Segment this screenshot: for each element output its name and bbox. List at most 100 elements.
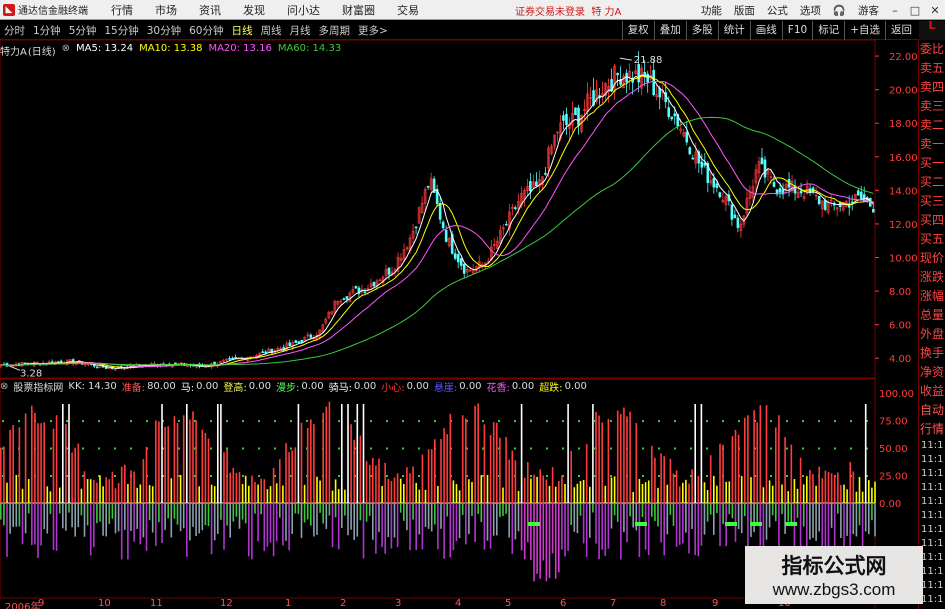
indicator-neg-bar — [120, 503, 123, 560]
side-panel-item[interactable]: 外盘 — [919, 325, 945, 344]
overlay-button[interactable]: 叠加 — [653, 21, 686, 40]
settings-icon[interactable]: ⊗ — [62, 43, 70, 56]
indicator-bar — [616, 410, 619, 503]
indicator-neg-bar — [310, 503, 312, 526]
menu-item-quotes[interactable]: 行情 — [100, 2, 144, 18]
side-panel-item[interactable]: 买二 — [919, 173, 945, 192]
period-tab-5min[interactable]: 5分钟 — [65, 23, 101, 38]
indicator-bar — [477, 403, 479, 503]
stats-button[interactable]: 统计 — [717, 21, 750, 40]
period-tab-monthly[interactable]: 月线 — [286, 23, 315, 38]
menu-item-market[interactable]: 市场 — [144, 2, 188, 18]
indicator-bar — [43, 422, 45, 503]
side-panel-item[interactable]: 现价 — [919, 249, 945, 268]
mark-button[interactable]: 标记 — [812, 21, 844, 40]
side-panel-item[interactable]: 自动 — [919, 401, 945, 420]
menu-bar: ◣ 通达信金融终端 行情 市场 资讯 发现 问小达 财富圈 交易 证券交易未登录… — [0, 0, 945, 20]
indicator-bar — [241, 484, 244, 503]
menu-item-formula[interactable]: 公式 — [761, 3, 794, 18]
indicator-level-dot — [786, 475, 788, 477]
side-panel-item[interactable]: 买四 — [919, 211, 945, 230]
side-panel-item[interactable]: 买三 — [919, 192, 945, 211]
period-tab-1min[interactable]: 1分钟 — [29, 23, 65, 38]
kline-chart[interactable]: 22.0020.0018.0016.0014.0012.0010.008.006… — [0, 40, 918, 609]
menu-item-layout[interactable]: 版面 — [728, 3, 761, 18]
indicator-neg-bar — [458, 503, 461, 539]
period-tab-15min[interactable]: 15分钟 — [100, 23, 142, 38]
side-panel-item[interactable]: 涨幅 — [919, 287, 945, 306]
back-button[interactable]: 返回 — [885, 21, 917, 40]
login-status[interactable]: 证券交易未登录 特 力A — [515, 3, 621, 18]
guest-label[interactable]: 游客 — [852, 3, 885, 18]
indicator-level-dot — [18, 420, 20, 422]
indicator-bar — [458, 490, 461, 503]
indicator-neg-bar — [530, 503, 532, 561]
period-tab-30min[interactable]: 30分钟 — [143, 23, 185, 38]
candle-body — [574, 107, 577, 116]
add-watchlist-button[interactable]: +自选 — [844, 21, 885, 40]
indicator-bar — [430, 449, 433, 503]
close-icon[interactable]: ✕ — [925, 4, 945, 17]
period-tab-more[interactable]: 更多> — [354, 23, 392, 38]
indicator-bar — [244, 475, 247, 503]
menu-item-ask[interactable]: 问小达 — [276, 2, 331, 18]
side-panel-item[interactable]: 买五 — [919, 230, 945, 249]
indicator-level-dot — [642, 420, 644, 422]
period-tab-timeshare[interactable]: 分时 — [0, 23, 29, 38]
indicator-bar — [790, 444, 793, 503]
side-panel-item[interactable]: 净资 — [919, 363, 945, 382]
maximize-icon[interactable]: □ — [905, 4, 925, 17]
menu-item-trade[interactable]: 交易 — [386, 2, 430, 18]
side-panel-item[interactable]: 买一 — [919, 154, 945, 173]
indicator-neg-bar — [589, 503, 591, 538]
indicator-bar — [855, 491, 858, 503]
side-panel-item[interactable]: 卖三 — [919, 97, 945, 116]
menu-item-function[interactable]: 功能 — [695, 3, 728, 18]
period-tab-weekly[interactable]: 周线 — [257, 23, 286, 38]
panel-corner-label: L — [919, 20, 945, 40]
indicator-bar — [827, 472, 830, 503]
price-axis-label: 10.00 — [889, 254, 918, 265]
f10-button[interactable]: F10 — [781, 21, 812, 40]
menu-item-options[interactable]: 选项 — [794, 3, 827, 18]
indicator-neg-bar — [753, 503, 755, 533]
side-panel-item[interactable]: 卖一 — [919, 135, 945, 154]
side-panel-item[interactable]: 委比 — [919, 40, 945, 59]
minimize-icon[interactable]: – — [885, 4, 905, 17]
indicator-bar — [545, 479, 548, 503]
indicator-bar — [381, 486, 383, 503]
menu-item-wealth-circle[interactable]: 财富圈 — [331, 2, 386, 18]
side-panel-item[interactable]: 收益 — [919, 382, 945, 401]
indicator-legend-value: 0.00 — [248, 380, 271, 392]
period-toolbar: 分时 1分钟 5分钟 15分钟 30分钟 60分钟 日线 周线 月线 多周期 更… — [0, 21, 945, 40]
indicator-level-dot — [50, 420, 52, 422]
indicator-level-dot — [770, 475, 772, 477]
side-panel-item[interactable]: 总量 — [919, 306, 945, 325]
indicator-neg-bar — [9, 503, 11, 534]
side-panel-item[interactable]: 卖四 — [919, 78, 945, 97]
side-panel-item[interactable]: 涨跌 — [919, 268, 945, 287]
indicator-neg-bar — [542, 503, 545, 561]
indicator-level-dot — [242, 447, 244, 450]
indicator-level-dot — [706, 475, 708, 477]
multi-stock-button[interactable]: 多股 — [685, 21, 718, 40]
side-panel-item[interactable]: 换手 — [919, 344, 945, 363]
indicator-neg-bar — [93, 503, 95, 548]
indicator-neg-bar — [486, 503, 489, 541]
indicator-bar — [620, 413, 622, 503]
period-tab-multi[interactable]: 多周期 — [315, 23, 355, 38]
indicator-settings-icon[interactable]: ⊗ — [0, 381, 8, 392]
menu-item-news[interactable]: 资讯 — [188, 2, 232, 18]
indicator-bar — [421, 454, 424, 503]
period-tab-daily[interactable]: 日线 — [228, 23, 257, 38]
headset-icon[interactable]: 🎧 — [827, 4, 852, 17]
side-panel-item[interactable]: 行情 — [919, 420, 945, 439]
draw-line-button[interactable]: 画线 — [749, 21, 782, 40]
adjust-button[interactable]: 复权 — [621, 21, 654, 40]
side-panel-item[interactable]: 卖五 — [919, 59, 945, 78]
side-panel-item[interactable]: 卖二 — [919, 116, 945, 135]
menu-item-discover[interactable]: 发现 — [232, 2, 276, 18]
period-tab-60min[interactable]: 60分钟 — [185, 23, 227, 38]
indicator-bar — [403, 483, 405, 503]
indicator-bar — [133, 471, 135, 503]
